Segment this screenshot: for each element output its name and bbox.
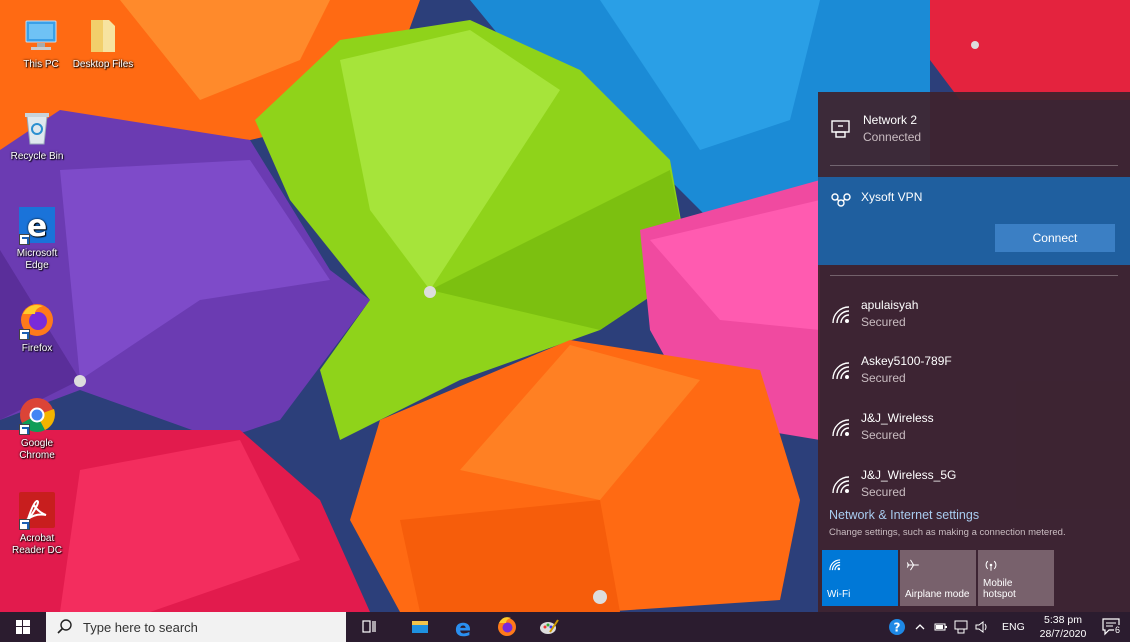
ethernet-icon xyxy=(830,118,852,140)
wifi-signal-icon xyxy=(830,304,852,326)
language-indicator[interactable]: ENG xyxy=(1002,621,1025,633)
taskbar-file-explorer[interactable] xyxy=(403,612,437,642)
desktop-icon-label: This PC xyxy=(23,59,59,70)
taskbar-edge[interactable]: e xyxy=(446,612,480,642)
wifi-network-item[interactable]: J&J_Wireless Secured xyxy=(818,401,1130,453)
taskbar-search-box[interactable]: Type here to search xyxy=(46,612,346,642)
help-icon[interactable]: ? xyxy=(888,618,906,636)
tile-label: Mobile hotspot xyxy=(983,578,1016,600)
taskbar-paint[interactable] xyxy=(532,612,566,642)
wifi-network-item[interactable]: Askey5100-789F Secured xyxy=(818,344,1130,396)
clock-time[interactable]: 5:38 pm xyxy=(1040,614,1086,626)
wifi-toggle-tile[interactable]: Wi-Fi xyxy=(822,550,898,606)
firefox-icon xyxy=(498,617,516,636)
shortcut-arrow-icon xyxy=(19,329,30,340)
notification-center-button[interactable]: 6 xyxy=(1098,612,1130,642)
svg-text:?: ? xyxy=(894,621,901,635)
desktop-icon-firefox[interactable]: Firefox xyxy=(6,300,68,355)
edge-icon: e xyxy=(17,205,57,245)
wired-network-name: Network 2 xyxy=(863,113,918,127)
wifi-network-item[interactable]: apulaisyah Secured xyxy=(818,288,1130,340)
network-settings-description: Change settings, such as making a connec… xyxy=(829,527,1066,538)
start-button[interactable] xyxy=(0,612,46,642)
acrobat-icon xyxy=(17,490,57,530)
task-view-button[interactable] xyxy=(352,612,386,642)
airplane-mode-tile[interactable]: Airplane mode xyxy=(900,550,976,606)
shortcut-arrow-icon xyxy=(19,424,30,435)
vpn-name: Xysoft VPN xyxy=(861,190,923,204)
desktop-icon-label: Google Chrome xyxy=(19,438,55,461)
wifi-network-name: apulaisyah xyxy=(861,298,919,312)
desktop-icon-label: Recycle Bin xyxy=(10,151,64,162)
vpn-icon xyxy=(830,188,852,210)
wired-network-status: Connected xyxy=(863,130,922,144)
mobile-hotspot-tile[interactable]: Mobile hotspot xyxy=(978,550,1054,606)
shortcut-arrow-icon xyxy=(19,519,30,530)
wifi-network-status: Secured xyxy=(861,428,906,442)
edge-icon: e xyxy=(455,614,471,642)
taskbar: Type here to search e ? ENG 5:38 pm 28/7… xyxy=(0,612,1130,642)
battery-icon[interactable] xyxy=(934,621,948,633)
desktop-icon-recycle-bin[interactable]: Recycle Bin xyxy=(6,108,68,163)
desktop-icon-microsoft-edge[interactable]: e Microsoft Edge xyxy=(6,205,68,272)
tile-label: Wi-Fi xyxy=(827,589,851,600)
notification-count-badge: 6 xyxy=(1114,625,1122,635)
tile-label: Airplane mode xyxy=(905,589,970,600)
divider xyxy=(830,165,1118,166)
wifi-network-status: Secured xyxy=(861,485,906,498)
svg-text:e: e xyxy=(455,614,471,642)
network-settings-link[interactable]: Network & Internet settings xyxy=(829,508,979,522)
wifi-network-status: Secured xyxy=(861,315,906,329)
wifi-signal-icon xyxy=(830,360,852,382)
desktop-icon-label: Firefox xyxy=(21,343,53,354)
desktop-icon-this-pc[interactable]: This PC xyxy=(10,16,72,71)
divider xyxy=(830,275,1118,276)
chevron-up-icon[interactable] xyxy=(914,621,926,633)
wifi-signal-icon xyxy=(830,474,852,496)
wired-network-item[interactable]: Network 2 Connected xyxy=(818,92,1130,172)
connect-button[interactable]: Connect xyxy=(995,224,1115,252)
recycle-bin-icon xyxy=(17,108,57,148)
shortcut-arrow-icon xyxy=(19,234,30,245)
clock-date[interactable]: 28/7/2020 xyxy=(1034,628,1092,640)
desktop-icon-desktop-files[interactable]: Desktop Files xyxy=(72,16,134,71)
wifi-network-status: Secured xyxy=(861,371,906,385)
task-view-icon xyxy=(362,620,376,633)
volume-icon[interactable] xyxy=(974,620,990,634)
network-tray-icon[interactable] xyxy=(954,620,968,634)
search-icon xyxy=(57,619,72,634)
desktop-icon-label: Microsoft Edge xyxy=(16,248,58,271)
desktop-icon-acrobat-reader[interactable]: Acrobat Reader DC xyxy=(6,490,68,557)
paint-icon xyxy=(540,619,559,634)
wifi-network-name: J&J_Wireless xyxy=(861,411,934,425)
computer-icon xyxy=(21,16,61,56)
desktop-icon-label: Acrobat Reader DC xyxy=(11,533,63,556)
file-explorer-icon xyxy=(412,621,428,633)
desktop-icon-google-chrome[interactable]: Google Chrome xyxy=(6,395,68,462)
wifi-network-item[interactable]: J&J_Wireless_5G Secured xyxy=(818,458,1130,498)
desktop-icon-label: Desktop Files xyxy=(72,59,134,70)
wifi-network-name: J&J_Wireless_5G xyxy=(861,468,957,482)
wifi-network-name: Askey5100-789F xyxy=(861,354,952,368)
folder-icon xyxy=(83,16,123,56)
firefox-icon xyxy=(17,300,57,340)
taskbar-firefox[interactable] xyxy=(490,612,524,642)
chrome-icon xyxy=(17,395,57,435)
network-flyout: Network 2 Connected Xysoft VPN Connect a… xyxy=(818,92,1130,612)
airplane-icon xyxy=(906,559,919,571)
wifi-signal-icon xyxy=(830,417,852,439)
wifi-icon xyxy=(829,559,841,571)
search-placeholder: Type here to search xyxy=(83,620,198,635)
hotspot-icon xyxy=(985,560,997,571)
windows-logo-icon xyxy=(16,620,30,634)
